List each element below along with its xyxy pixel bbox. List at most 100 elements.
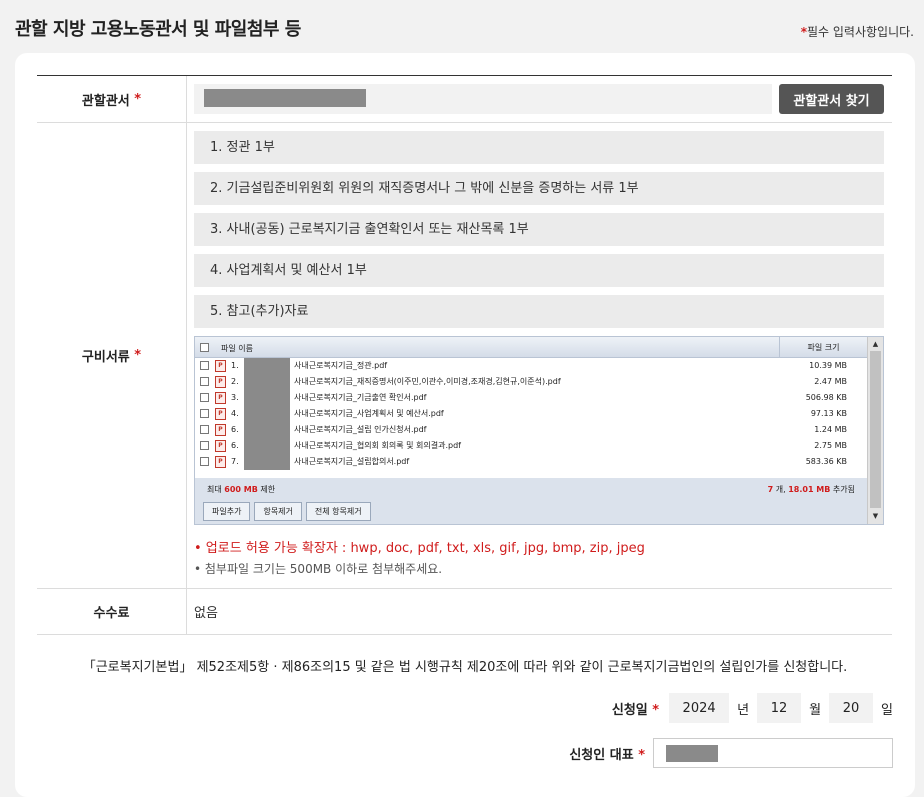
file-name: 사내근로복지기금_설립합의서.pdf — [294, 457, 410, 466]
column-file-name[interactable]: 파일 이름 — [221, 343, 253, 354]
file-row[interactable]: P 4. 사내근로복지기금_사업계획서 및 예산서.pdf 97.13 KB — [195, 406, 867, 422]
pdf-icon: P — [215, 456, 226, 468]
file-number: 6. — [231, 441, 239, 450]
file-name: 사내근로복지기금_사업계획서 및 예산서.pdf — [294, 409, 444, 418]
doc-item: 1. 정관 1부 — [194, 131, 884, 164]
file-size: 1.24 MB — [814, 425, 847, 434]
pdf-icon: P — [215, 440, 226, 452]
required-note-text: 필수 입력사항입니다. — [807, 25, 914, 39]
form-card: 관할관서 * 관할관서 찾기 구비서류 * 1. 정관 1부 2. 기금설립준비… — [15, 53, 915, 797]
remove-all-button[interactable]: 전체 항목제거 — [305, 502, 371, 521]
file-number: 3. — [231, 393, 239, 402]
page-title: 관할 지방 고용노동관서 및 파일첨부 등 — [15, 19, 301, 40]
required-mark: * — [134, 348, 142, 363]
find-office-button[interactable]: 관할관서 찾기 — [779, 84, 884, 114]
applicant-input[interactable] — [653, 738, 893, 768]
uploader-scrollbar[interactable]: ▲ ▼ — [867, 337, 883, 524]
limit-prefix: 최대 — [207, 485, 222, 494]
pdf-icon: P — [215, 376, 226, 388]
upload-summary: 7 개, 18.01 MB 추가됨 — [768, 478, 855, 502]
month-input[interactable]: 12 — [757, 693, 802, 723]
file-row[interactable]: P 3. 사내근로복지기금_기금출연 확인서.pdf 506.98 KB — [195, 390, 867, 406]
pdf-icon: P — [215, 360, 226, 372]
fee-row: 수수료 없음 — [37, 589, 892, 635]
year-unit: 년 — [737, 702, 750, 718]
doc-item: 4. 사업계획서 및 예산서 1부 — [194, 254, 884, 287]
docs-body: 1. 정관 1부 2. 기금설립준비위원회 위원의 재직증명서나 그 밖에 신분… — [187, 123, 892, 588]
file-checkbox[interactable] — [200, 457, 209, 466]
file-checkbox[interactable] — [200, 441, 209, 450]
file-number: 2. — [231, 377, 239, 386]
file-row[interactable]: P 6. 사내근로복지기금_협의회 회의록 및 회의결과.pdf 2.75 MB — [195, 438, 867, 454]
docs-label-text: 구비서류 — [81, 350, 130, 365]
add-file-button[interactable]: 파일추가 — [203, 502, 251, 521]
file-number: 7. — [231, 457, 239, 466]
uploader-header: 파일 이름 파일 크기 — [195, 337, 867, 358]
redacted-block — [244, 422, 290, 438]
required-mark: * — [652, 702, 660, 718]
redacted-block — [244, 358, 290, 374]
size-limit-note: • 첨부파일 크기는 500MB 이하로 첨부해주세요. — [194, 562, 443, 576]
file-number: 1. — [231, 361, 239, 370]
file-checkbox[interactable] — [200, 393, 209, 402]
application-date-row: 신청일 * 2024 년 12 월 20 일 — [612, 693, 893, 723]
pdf-icon: P — [215, 424, 226, 436]
docs-row: 구비서류 * 1. 정관 1부 2. 기금설립준비위원회 위원의 재직증명서나 … — [37, 123, 892, 589]
redacted-block — [244, 438, 290, 454]
file-name: 사내근로복지기금_협의회 회의록 및 회의결과.pdf — [294, 441, 461, 450]
redacted-block — [244, 390, 290, 406]
applicant-row: 신청인 대표 * — [569, 738, 893, 768]
fee-label: 수수료 — [37, 589, 187, 634]
applicant-label-text: 신청인 대표 — [569, 747, 634, 763]
file-row[interactable]: P 2. 사내근로복지기금_재직증명서(이주민,이관수,이미경,조재경,김현규,… — [195, 374, 867, 390]
day-unit: 일 — [881, 702, 893, 718]
file-row[interactable]: P 7. 사내근로복지기금_설립합의서.pdf 583.36 KB — [195, 454, 867, 470]
uploader-buttons: 파일추가 항목제거 전체 항목제거 — [203, 502, 371, 521]
remove-item-button[interactable]: 항목제거 — [254, 502, 302, 521]
office-input[interactable] — [194, 84, 772, 114]
file-name: 사내근로복지기금_정관.pdf — [294, 361, 388, 370]
file-checkbox[interactable] — [200, 377, 209, 386]
select-all-checkbox[interactable] — [200, 343, 209, 352]
required-mark: * — [638, 747, 645, 763]
application-statement: 「근로복지기본법」 제52조제5항 · 제86조의15 및 같은 법 시행규칙 … — [82, 660, 848, 675]
file-count-unit: 개, — [775, 485, 786, 494]
doc-item: 3. 사내(공동) 근로복지기금 출연확인서 또는 재산목록 1부 — [194, 213, 884, 246]
file-size: 2.47 MB — [814, 377, 847, 386]
file-row[interactable]: P 6. 사내근로복지기금_설립 인가신청서.pdf 1.24 MB — [195, 422, 867, 438]
required-mark: * — [134, 91, 142, 107]
doc-item: 2. 기금설립준비위원회 위원의 재직증명서나 그 밖에 신분을 증명하는 서류… — [194, 172, 884, 205]
redacted-block — [244, 406, 290, 422]
file-size: 583.36 KB — [805, 457, 847, 466]
file-number: 4. — [231, 409, 239, 418]
scroll-thumb[interactable] — [870, 351, 881, 508]
form-table: 관할관서 * 관할관서 찾기 구비서류 * 1. 정관 1부 2. 기금설립준비… — [37, 75, 892, 635]
fee-value: 없음 — [194, 606, 218, 621]
file-name: 사내근로복지기금_기금출연 확인서.pdf — [294, 393, 427, 402]
applicant-label: 신청인 대표 * — [569, 744, 645, 763]
file-size: 10.39 MB — [809, 361, 847, 370]
file-size: 2.75 MB — [814, 441, 847, 450]
doc-item: 5. 참고(추가)자료 — [194, 295, 884, 328]
required-note: *필수 입력사항입니다. — [801, 23, 914, 40]
file-name: 사내근로복지기금_재직증명서(이주민,이관수,이미경,조재경,김현규,이준석).… — [294, 377, 561, 386]
limit-suffix: 제한 — [260, 485, 276, 494]
scroll-up-icon[interactable]: ▲ — [868, 338, 883, 350]
total-suffix: 추가됨 — [832, 485, 855, 494]
file-checkbox[interactable] — [200, 425, 209, 434]
file-row[interactable]: P 1. 사내근로복지기금_정관.pdf 10.39 MB — [195, 358, 867, 374]
application-date-label-text: 신청일 — [611, 702, 648, 718]
file-list: P 1. 사내근로복지기금_정관.pdf 10.39 MB P 2. 사내근로복… — [195, 358, 867, 478]
scroll-down-icon[interactable]: ▼ — [868, 510, 883, 522]
file-uploader: 파일 이름 파일 크기 P 1. 사내근로복지기금_정관.pdf 10.39 M… — [194, 336, 884, 525]
docs-label: 구비서류 * — [37, 123, 187, 588]
file-checkbox[interactable] — [200, 409, 209, 418]
year-input[interactable]: 2024 — [669, 693, 730, 723]
application-date-label: 신청일 * — [612, 699, 659, 718]
column-file-size[interactable]: 파일 크기 — [779, 337, 867, 358]
office-label: 관할관서 * — [37, 76, 187, 122]
redacted-value — [666, 745, 718, 762]
file-checkbox[interactable] — [200, 361, 209, 370]
day-input[interactable]: 20 — [829, 693, 874, 723]
file-name: 사내근로복지기금_설립 인가신청서.pdf — [294, 425, 427, 434]
